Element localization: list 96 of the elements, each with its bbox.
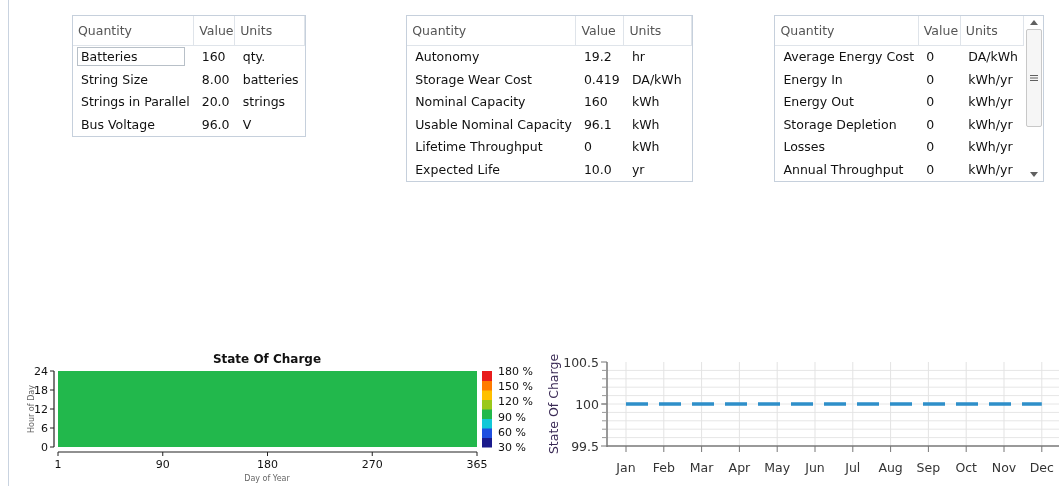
table-cell-text: hr [630,48,646,67]
scale-label: 30 % [498,441,526,454]
axis-tick-label: 180 [257,458,278,471]
table-cell[interactable]: Losses [779,137,830,157]
axis-tick-label: 1 [54,458,62,471]
axis-tick-label: Oct [955,460,977,475]
axis-tick-label: Dec [1029,460,1054,475]
axis-tick-label: Sep [916,460,941,475]
axis-label: Hour of Day [27,385,36,433]
scale-label: 180 % [498,365,533,378]
table-cell-text: kWh [630,115,661,134]
table-cell[interactable]: Storage Wear Cost [411,69,536,89]
axis-tick-label: 18 [34,384,48,397]
axis-tick-label: Aug [878,460,903,475]
axis-tick-label: 0 [41,441,48,454]
table-cell-text: 10.0 [582,160,613,179]
table-cell-text: 0 [925,160,936,179]
table-cell[interactable]: Usable Nominal Capacity [411,114,576,134]
table-cell-text: 96.1 [582,115,613,134]
column-header[interactable]: Value [918,16,961,45]
table-cell-text: 0 [925,48,936,67]
table-cell[interactable]: Expected Life [411,159,505,179]
table-cell-text: 160 [582,93,609,112]
column-header[interactable]: Quantity [73,16,194,45]
table-cell-text: qty. [241,48,267,67]
axis-tick-label: Apr [728,460,751,475]
axis-tick-label: Jul [845,460,861,475]
table-cell-text: kWh [630,93,661,112]
table-cell[interactable]: Energy In [779,69,847,89]
table-cell[interactable]: Lifetime Throughput [411,137,547,157]
table-cell[interactable]: Average Energy Cost [779,47,919,67]
chart-title: State Of Charge [212,352,322,366]
axis-label: Day of Year [244,474,290,483]
axis-tick-label: 90 [155,458,170,471]
table-cell[interactable]: Batteries [77,47,185,67]
table-cell-text: 19.2 [582,48,613,67]
column-header[interactable]: Value [575,16,624,45]
table-cell[interactable]: Bus Voltage [77,114,159,134]
axis-tick-label: 270 [361,458,383,471]
table-cell-text: kWh [630,138,661,157]
axis-tick-label: May [764,460,791,475]
table-cell-text: 0 [925,138,936,157]
table-cell-text: 0.419 [582,70,621,89]
scale-label: 120 % [498,395,533,409]
table-cell-text: DA/kWh [630,70,683,89]
axis-tick-label: Jan [616,460,636,475]
scroll-down-icon[interactable] [1029,171,1038,177]
column-header[interactable]: Units [960,16,1024,45]
table-cell[interactable]: Nominal Capacity [411,92,530,112]
table-cell-text: 0 [925,115,936,134]
table-cell[interactable]: Annual Throughput [779,159,908,179]
table-cell-text: kWh/yr [967,115,1014,134]
scale-label: 60 % [498,425,526,439]
axis-tick-label: 100 [575,397,599,412]
table-cell-text: 8.00 [200,70,231,89]
axis-tick-label: Nov [991,460,1017,475]
table-cell-text: 96.0 [200,115,231,134]
table-cell-text: 160 [200,48,227,67]
axis-tick-label: Feb [652,460,675,475]
column-header[interactable]: Quantity [407,16,576,45]
scale-label: 150 % [498,380,533,394]
scroll-up-icon[interactable] [1029,20,1038,25]
table-cell-text: batteries [241,70,300,89]
table-cell-text: V [241,115,253,134]
table-cell[interactable]: Autonomy [411,47,484,67]
table-cell-text: strings [241,93,287,112]
table-cell-text: 0 [925,70,936,89]
column-header[interactable]: Units [234,16,305,45]
scale-label: 90 % [498,410,526,424]
column-header[interactable]: Quantity [775,16,919,45]
table-cell-text: yr [630,160,646,179]
column-header[interactable]: Units [623,16,692,45]
axis-tick-label: 100.5 [563,355,599,370]
axis-tick-label: 24 [34,365,48,378]
table-cell-text: kWh/yr [967,93,1014,112]
scroll-thumb[interactable] [1025,29,1042,127]
table-cell-text: 20.0 [200,93,231,112]
table-cell-text: kWh/yr [967,160,1014,179]
table-cell[interactable]: Strings in Parallel [77,92,194,112]
table-cell[interactable]: Energy Out [779,92,858,112]
table-cell-text: 0 [582,138,593,157]
table-cell-text: kWh/yr [967,138,1014,157]
axis-tick-label: Mar [689,460,714,475]
table-cell-text: kWh/yr [967,70,1014,89]
table-cell[interactable]: Storage Depletion [779,114,901,134]
grip-icon [1029,75,1038,81]
table-cell-text: 0 [925,93,936,112]
axis-label: State Of Charge [546,353,561,455]
axis-tick-label: 365 [466,458,488,471]
axis-tick-label: Jun [805,460,825,475]
axis-tick-label: 6 [41,422,48,435]
table-cell[interactable]: String Size [77,69,152,89]
table-cell-text: DA/kWh [967,48,1019,67]
column-header[interactable]: Value [193,16,235,45]
axis-tick-label: 12 [34,403,48,416]
axis-tick-label: 99.5 [571,439,599,454]
